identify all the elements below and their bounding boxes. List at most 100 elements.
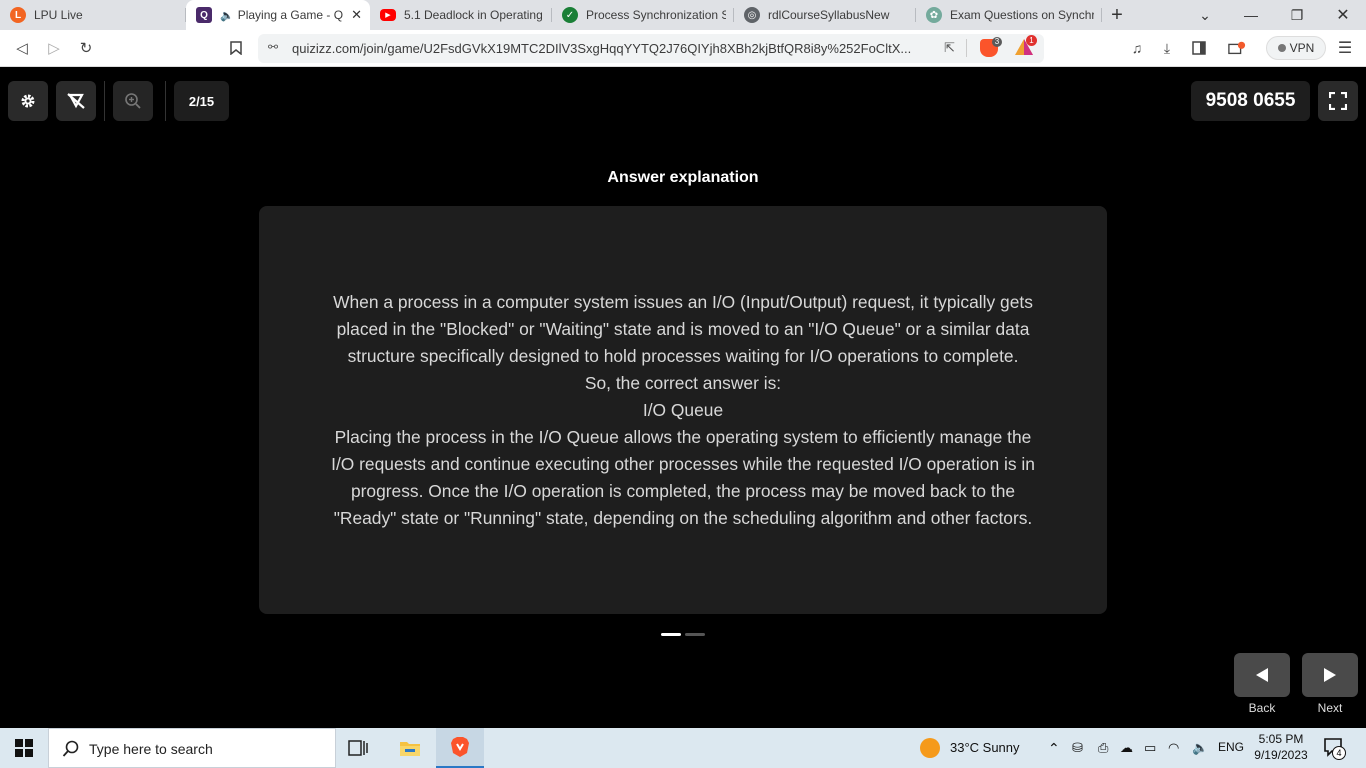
network-activity-icon[interactable]: ⛁ [1072,740,1083,756]
clock[interactable]: 5:05 PM 9/19/2023 [1250,731,1312,763]
clock-date: 9/19/2023 [1254,748,1308,762]
site-info-icon[interactable]: ⚯ [268,40,278,54]
chevron-up-icon[interactable]: ⌃ [1048,740,1060,757]
notifications-icon[interactable]: 4 [1324,738,1346,763]
search-icon [62,740,79,757]
game-code: 9508 0655 [1191,81,1310,121]
explanation-line: progress. Once the I/O operation is comp… [350,480,1016,501]
search-placeholder: Type here to search [89,741,213,757]
lpu-live-favicon-icon: L [10,7,26,23]
divider [966,39,967,57]
explanation-card: When a process in a computer system issu… [259,206,1107,614]
question-counter: 2/15 [174,81,229,121]
quiz-area: 2/15 9508 0655 Answer explanation When a… [0,67,1366,728]
check-favicon-icon: ✓ [562,7,578,23]
fullscreen-button[interactable] [1318,81,1358,121]
vpn-button[interactable]: VPN [1266,36,1326,60]
rewards-count-badge: 1 [1026,35,1037,46]
vpn-status-icon [1277,44,1286,52]
explanation-line: When a process in a computer system issu… [333,291,1033,312]
quizizz-favicon-icon: Q [196,7,212,23]
menu-hamburger-icon[interactable]: ☰ [1336,39,1354,57]
tab-title: Exam Questions on Synchro [950,8,1094,22]
downloads-icon[interactable]: ⤓ [1158,39,1176,57]
close-tab-icon[interactable]: ✕ [351,7,362,23]
sun-weather-icon[interactable] [920,738,940,758]
explanation-text: When a process in a computer system issu… [331,289,1035,532]
browser-toolbar: ◁ ▷ ↻ ⚯ quizizz.com/join/game/U2FsdGVkX1… [0,30,1366,67]
windows-taskbar: Type here to search 33°C Sunny ⌃ ⛁ ⎙ ☁ ▭… [0,728,1366,768]
url-text[interactable]: quizizz.com/join/game/U2FsdGVkX19MTC2DIl… [292,41,932,56]
explanation-line: structure specifically designed to hold … [347,345,1019,366]
bookmark-icon[interactable] [226,38,246,58]
sidebar-icon[interactable] [1190,39,1208,57]
explanation-line: "Ready" state or "Running" state, depend… [333,507,1033,528]
explanation-line: I/O Queue [642,399,724,420]
restore-icon[interactable]: ❐ [1274,0,1320,30]
tab-exam-questions[interactable]: ✿ Exam Questions on Synchro [916,0,1102,30]
tab-lpu-live[interactable]: L LPU Live [0,0,186,30]
slide-dot-active[interactable] [661,633,681,636]
globe-favicon-icon: ◎ [744,7,760,23]
fullscreen-icon [1329,92,1347,110]
media-controls-icon[interactable]: ♫ [1128,39,1146,57]
back-label: Back [1248,701,1276,715]
brave-taskbar-icon[interactable] [436,728,484,768]
tab-title: rdlCourseSyllabusNew [768,8,890,22]
next-button[interactable] [1302,653,1358,697]
onedrive-icon[interactable]: ☁ [1120,740,1133,756]
toolbar-divider [165,81,166,121]
tab-title: Playing a Game - Q [237,8,344,22]
battery-icon[interactable]: ▭ [1144,740,1156,756]
slide-dot[interactable] [685,633,705,636]
back-arrow-icon[interactable]: ◁ [12,38,32,58]
answer-explanation-heading: Answer explanation [607,169,759,186]
back-button[interactable] [1234,653,1290,697]
power-ups-button[interactable] [56,81,96,121]
tab-separator [1101,8,1102,22]
weather-text[interactable]: 33°C Sunny [950,740,1020,755]
explanation-line: So, the correct answer is: [584,372,782,393]
tab-strip-spacer [1132,0,1182,30]
settings-button[interactable] [8,81,48,121]
explanation-line: I/O requests and continue executing othe… [331,453,1035,474]
zoom-button[interactable] [113,81,153,121]
reload-icon[interactable]: ↻ [76,38,96,58]
file-explorer-icon[interactable] [386,728,434,768]
taskbar-search-box[interactable]: Type here to search [48,728,336,768]
triangle-left-icon [1256,668,1268,682]
tab-course-syllabus[interactable]: ◎ rdlCourseSyllabusNew [734,0,916,30]
mute-music-icon [67,93,85,109]
browser-tab-bar: L LPU Live Q 🔈 Playing a Game - Q ✕ ▶ 5.… [0,0,1366,30]
triangle-right-icon [1324,668,1336,682]
start-button[interactable] [0,728,48,768]
zoom-in-icon [125,93,141,109]
share-icon[interactable]: ⇱ [944,40,955,56]
tab-title: 5.1 Deadlock in Operating s [404,8,544,22]
minimize-icon[interactable]: — [1228,0,1274,30]
tab-deadlock-video[interactable]: ▶ 5.1 Deadlock in Operating s [370,0,552,30]
forward-arrow-icon[interactable]: ▷ [44,38,64,58]
task-view-icon[interactable] [348,738,370,763]
new-tab-icon[interactable]: + [1102,0,1132,30]
tab-title: Process Synchronization Sol [586,8,726,22]
toolbar-divider [104,81,105,121]
vpn-label: VPN [1289,41,1315,55]
next-label: Next [1317,701,1343,715]
explanation-line: placed in the "Blocked" or "Waiting" sta… [336,318,1030,339]
language-indicator[interactable]: ENG [1218,740,1244,754]
wallet-icon[interactable] [1228,39,1246,57]
close-window-icon[interactable]: ✕ [1320,0,1366,30]
explanation-line: Placing the process in the I/O Queue all… [334,426,1032,447]
tab-playing-a-game[interactable]: Q 🔈 Playing a Game - Q ✕ [186,0,370,30]
chatgpt-favicon-icon: ✿ [926,7,942,23]
meet-now-icon[interactable]: ⎙ [1098,740,1108,756]
tab-search-chevron-icon[interactable]: ⌄ [1182,0,1228,30]
address-bar[interactable]: ⚯ quizizz.com/join/game/U2FsdGVkX19MTC2D… [258,34,1044,63]
tab-process-synchronization[interactable]: ✓ Process Synchronization Sol [552,0,734,30]
windows-logo-icon [15,739,33,757]
volume-icon[interactable]: 🔈 [1192,740,1208,756]
wifi-icon[interactable]: ◠ [1168,740,1179,756]
audio-playing-icon[interactable]: 🔈 [220,9,234,22]
gear-icon [21,94,35,108]
